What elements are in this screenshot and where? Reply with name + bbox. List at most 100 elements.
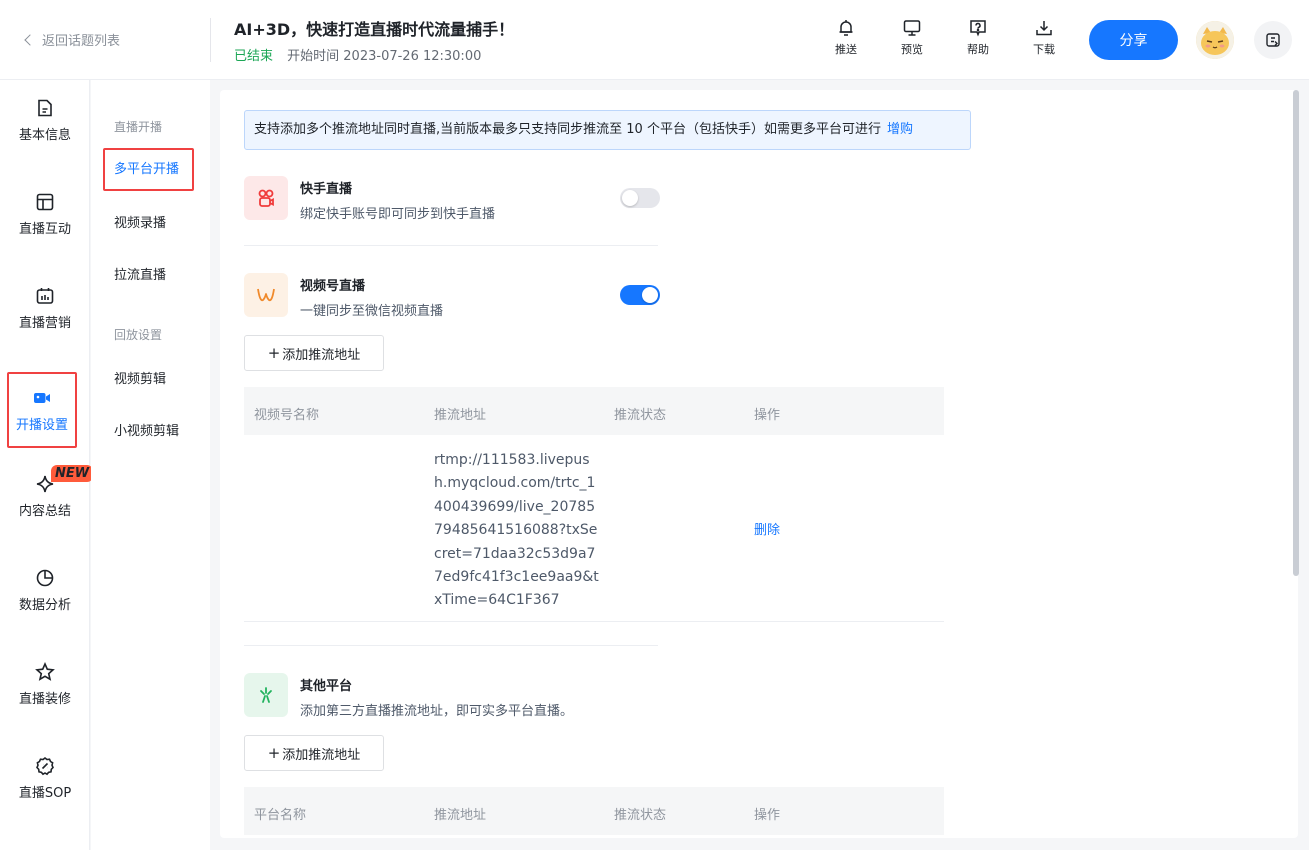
layout-icon (36, 193, 54, 210)
kuaishou-title: 快手直播 (300, 182, 353, 197)
shipinhao-title: 视频号直播 (300, 279, 366, 294)
subnav-item-short-video-editing[interactable]: 小视频剪辑 (114, 420, 179, 439)
delete-link[interactable]: 删除 (754, 519, 780, 538)
nav-label: 直播SOP (18, 785, 72, 801)
kuaishou-logo (244, 176, 288, 220)
column-header: 视频号名称 (254, 408, 320, 423)
shipinhao-description: 一键同步至微信视频直播 (300, 304, 444, 319)
help-button[interactable]: 帮助 (958, 18, 998, 57)
toggle-knob (642, 287, 658, 303)
subnav-item-pull-stream[interactable]: 拉流直播 (114, 264, 166, 283)
column-header: 推流地址 (434, 808, 487, 823)
subnav-item-video-recording[interactable]: 视频录播 (114, 212, 166, 231)
plus-icon: + (267, 344, 281, 362)
nav-item-live-sop[interactable]: 直播SOP (0, 738, 90, 818)
cat-avatar-icon (1196, 21, 1234, 59)
column-header: 操作 (754, 808, 781, 823)
other-platform-icon (260, 687, 272, 703)
section-divider (244, 645, 658, 646)
back-to-topic-list-link[interactable]: 返回话题列表 (24, 30, 121, 49)
monitor-icon (903, 20, 921, 36)
add-other-stream-url-button[interactable]: + 添加推流地址 (244, 735, 384, 771)
add-button-label: 添加推流地址 (282, 747, 361, 763)
other-table-header: 平台名称 推流地址 推流状态 操作 (244, 787, 944, 835)
column-header: 推流状态 (614, 408, 667, 423)
other-platform-description: 添加第三方直播推流地址，即可实多平台直播。 (300, 704, 574, 719)
shipinhao-logo (244, 273, 288, 317)
help-icon (970, 20, 986, 37)
live-status-line: 已结束 开始时间 2023-07-26 12:30:00 (234, 45, 481, 64)
add-button-label: 添加推流地址 (282, 347, 361, 363)
switch-view-button[interactable] (1254, 21, 1292, 59)
vertical-scrollbar[interactable] (1293, 90, 1299, 576)
document-icon (38, 99, 52, 116)
nav-label: 基本信息 (18, 127, 71, 143)
download-button[interactable]: 下载 (1024, 18, 1064, 57)
column-header: 平台名称 (254, 808, 307, 823)
nav-label: 直播互动 (18, 221, 71, 237)
gauge-icon (36, 756, 54, 775)
page-title: AI+3D，快速打造直播时代流量捕手！ (234, 20, 515, 39)
tool-label: 帮助 (967, 43, 989, 56)
plus-icon: + (267, 744, 281, 762)
preview-button[interactable]: 预览 (892, 18, 932, 57)
other-platform-logo (244, 673, 288, 717)
kuaishou-icon (258, 189, 274, 207)
shipinhao-toggle[interactable] (620, 285, 660, 305)
notice-text: 支持添加多个推流地址同时直播,当前版本最多只支持同步推流至 10 个平台（包括快… (254, 122, 881, 137)
nav-item-live-interaction[interactable]: 直播互动 (0, 174, 90, 254)
subnav-item-multi-platform[interactable]: 多平台开播 (103, 148, 194, 191)
share-button[interactable]: 分享 (1089, 20, 1178, 60)
column-header: 推流地址 (434, 408, 487, 423)
toggle-knob (622, 190, 638, 206)
kuaishou-description: 绑定快手账号即可同步到快手直播 (300, 207, 496, 222)
nav-item-data-analysis[interactable]: 数据分析 (0, 550, 90, 630)
tool-label: 推送 (835, 43, 857, 56)
section-divider (244, 245, 658, 246)
nav-item-live-marketing[interactable]: 直播营销 (0, 268, 90, 348)
nav-label: 直播装修 (18, 691, 71, 707)
column-header: 推流状态 (614, 808, 667, 823)
download-icon (1036, 21, 1052, 36)
pie-chart-icon (36, 569, 54, 586)
nav-label: 数据分析 (18, 597, 71, 613)
nav-item-basic-info[interactable]: 基本信息 (0, 80, 90, 160)
bell-icon (839, 20, 853, 36)
stream-url-cell: rtmp://111583.livepush.myqcloud.com/trtc… (434, 452, 599, 609)
info-notice: 支持添加多个推流地址同时直播,当前版本最多只支持同步推流至 10 个平台（包括快… (244, 110, 971, 150)
exit-icon (1266, 33, 1280, 47)
shipinhao-table-header: 视频号名称 推流地址 推流状态 操作 (244, 387, 944, 435)
nav-label: 直播营销 (18, 315, 71, 331)
avatar[interactable] (1196, 21, 1234, 59)
nav-item-live-decoration[interactable]: 直播装修 (0, 644, 90, 724)
video-camera-icon (34, 392, 50, 403)
tool-label: 预览 (901, 43, 923, 56)
shipinhao-icon (257, 288, 275, 302)
subnav-group-playback: 回放设置 (114, 328, 163, 342)
sub-navigation: 直播开播 多平台开播 视频录播 拉流直播 回放设置 视频剪辑 小视频剪辑 (91, 80, 210, 850)
star-icon (35, 661, 55, 681)
nav-label: 开播设置 (15, 417, 68, 433)
nav-item-content-summary[interactable]: NEW 内容总结 (0, 456, 94, 536)
main-content: 支持添加多个推流地址同时直播,当前版本最多只支持同步推流至 10 个平台（包括快… (220, 90, 1298, 838)
back-label: 返回话题列表 (42, 34, 121, 49)
tool-label: 下载 (1033, 43, 1055, 56)
start-time: 开始时间 2023-07-26 12:30:00 (287, 49, 482, 64)
nav-item-broadcast-settings[interactable]: 开播设置 (7, 372, 77, 448)
left-navigation: 基本信息 直播互动 直播营销 开播设置 NEW 内容总结 数据分析 直播装修 直… (0, 80, 94, 850)
add-stream-url-button[interactable]: + 添加推流地址 (244, 335, 384, 371)
subnav-group-live-start: 直播开播 (114, 120, 163, 134)
column-header: 操作 (754, 408, 781, 423)
status-badge: 已结束 (234, 49, 274, 64)
purchase-more-link[interactable]: 增购 (887, 122, 913, 137)
push-button[interactable]: 推送 (826, 18, 866, 57)
chevron-left-icon (24, 33, 36, 46)
calendar-icon (36, 287, 54, 304)
other-platform-title: 其他平台 (300, 679, 353, 694)
nav-label: 内容总结 (18, 503, 71, 519)
table-row: rtmp://111583.livepush.myqcloud.com/trtc… (244, 435, 944, 622)
subnav-item-video-editing[interactable]: 视频剪辑 (114, 368, 166, 387)
new-badge: NEW (51, 465, 94, 482)
kuaishou-toggle[interactable] (620, 188, 660, 208)
top-header: 返回话题列表 AI+3D，快速打造直播时代流量捕手！ 已结束 开始时间 2023… (0, 0, 1309, 80)
